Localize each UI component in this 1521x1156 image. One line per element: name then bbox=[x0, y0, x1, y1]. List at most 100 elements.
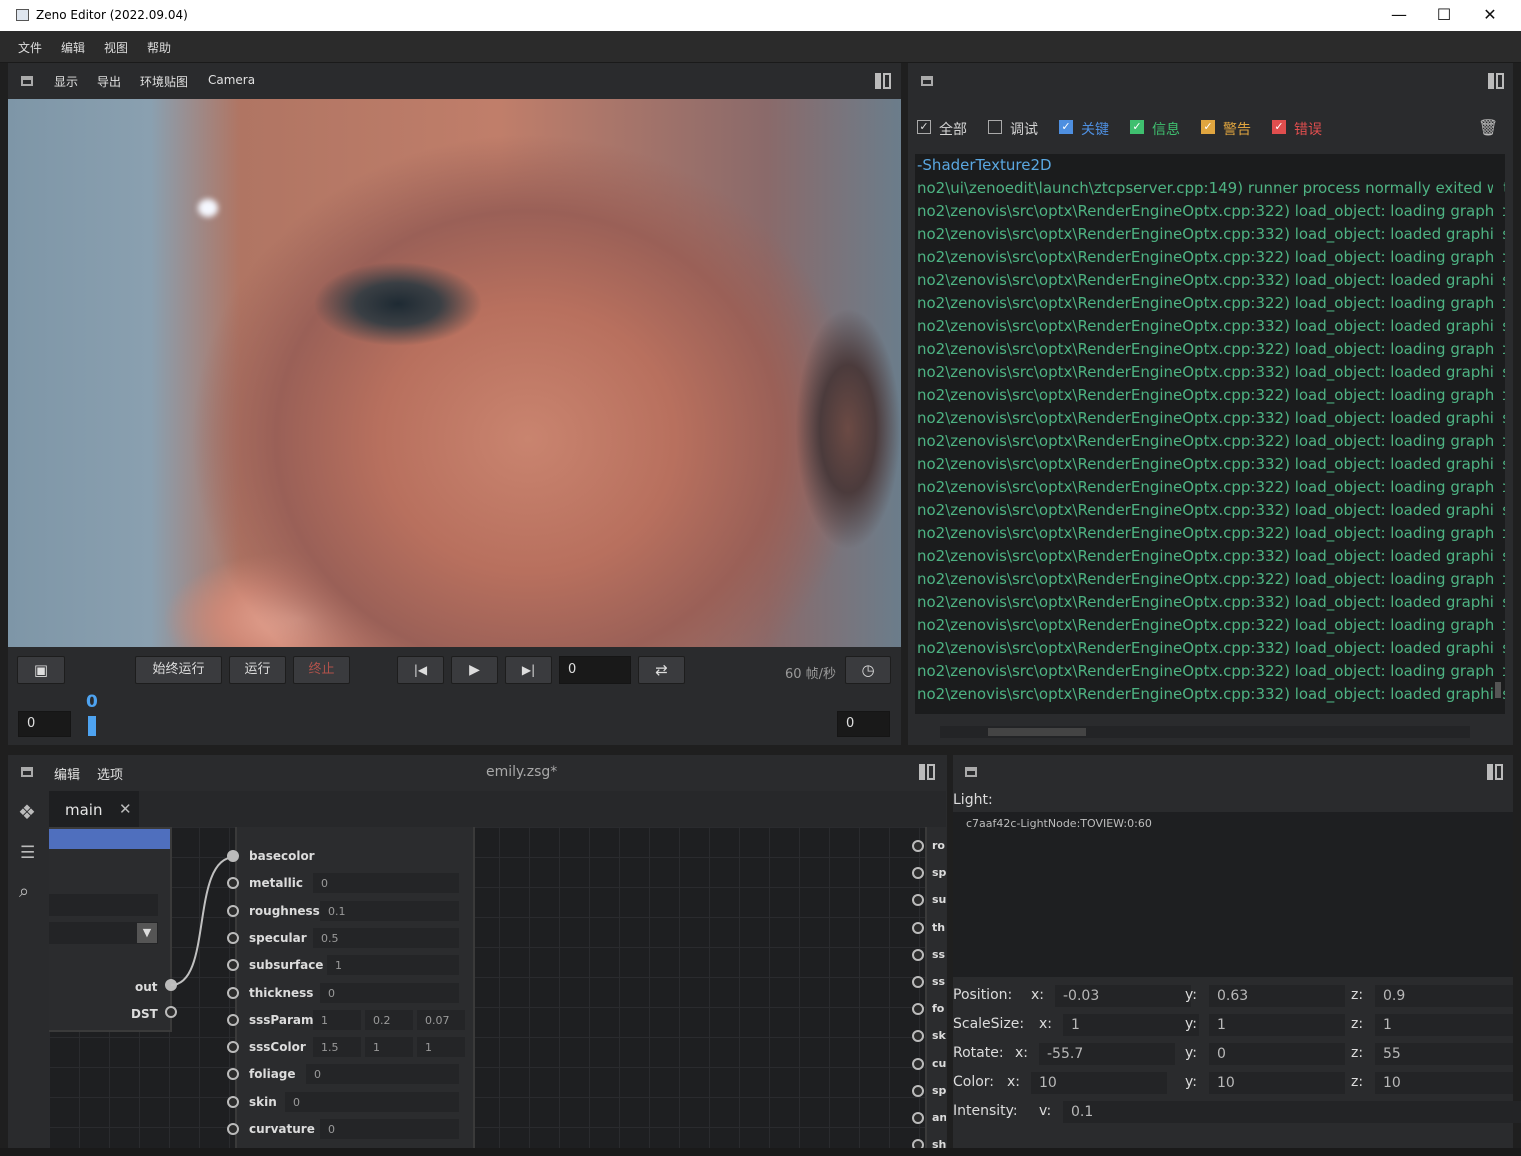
source-node[interactable]: ▼ out DST bbox=[49, 827, 172, 1032]
tree-icon[interactable]: ☰ bbox=[20, 843, 35, 863]
output-dst-pin[interactable] bbox=[165, 1006, 177, 1018]
prev-frame-icon[interactable]: |◀ bbox=[397, 656, 444, 684]
log-vscrollbar[interactable] bbox=[1493, 154, 1503, 699]
input-field-subsurface[interactable]: 1 bbox=[327, 955, 459, 976]
input-pin-curvature[interactable] bbox=[227, 1123, 239, 1135]
input-field-skin[interactable]: 0 bbox=[285, 1091, 459, 1112]
input-field-sssColor-0[interactable]: 1.5 bbox=[313, 1037, 361, 1058]
input-field-sssColor-1[interactable]: 1 bbox=[365, 1037, 413, 1058]
run-button[interactable]: 运行 bbox=[229, 656, 286, 684]
input-field-sssParam-2[interactable]: 0.07 bbox=[417, 1009, 465, 1030]
property-input[interactable]: 0.1 bbox=[1063, 1101, 1521, 1123]
input-field-sssColor-2[interactable]: 1 bbox=[417, 1037, 465, 1058]
output-node-pin[interactable] bbox=[912, 1057, 924, 1070]
checkbox-checked-icon[interactable]: ✓ bbox=[1059, 120, 1073, 134]
dock-icon[interactable] bbox=[965, 767, 977, 777]
log-hscroll-thumb[interactable] bbox=[988, 728, 1086, 736]
output-node-pin[interactable] bbox=[912, 921, 924, 934]
property-input[interactable]: 0.9 bbox=[1375, 985, 1513, 1007]
property-input[interactable]: 1 bbox=[1209, 1014, 1345, 1036]
output-node-pin[interactable] bbox=[912, 1112, 924, 1124]
input-pin-roughness[interactable] bbox=[227, 904, 239, 917]
tab-close-icon[interactable]: ✕ bbox=[119, 800, 132, 818]
output-node-pin[interactable] bbox=[912, 1030, 924, 1043]
editor-menu-options[interactable]: 选项 bbox=[97, 764, 123, 783]
viewport-menu-camera[interactable]: Camera bbox=[208, 73, 255, 87]
property-input[interactable]: 10 bbox=[1375, 1072, 1513, 1094]
dock-icon[interactable] bbox=[21, 767, 33, 777]
input-pin-subsurface[interactable] bbox=[227, 959, 239, 972]
input-pin-metallic[interactable] bbox=[227, 877, 239, 890]
minimize-button[interactable]: — bbox=[1376, 4, 1422, 26]
node-header[interactable] bbox=[49, 829, 170, 849]
tab-main[interactable]: main ✕ bbox=[49, 791, 139, 827]
input-pin-basecolor[interactable] bbox=[227, 850, 239, 862]
log-vscroll-thumb[interactable] bbox=[1495, 682, 1501, 698]
checkbox-checked-icon[interactable]: ✓ bbox=[1130, 120, 1144, 134]
editor-menu-edit[interactable]: 编辑 bbox=[54, 764, 80, 783]
output-node-pin[interactable] bbox=[912, 867, 924, 880]
node-dropdown[interactable]: ▼ bbox=[49, 922, 158, 944]
property-input[interactable]: 0 bbox=[1209, 1043, 1345, 1065]
checkbox-checked-icon[interactable]: ✓ bbox=[1201, 120, 1215, 134]
property-input[interactable]: 10 bbox=[1209, 1072, 1345, 1094]
maximize-button[interactable]: ☐ bbox=[1421, 4, 1467, 26]
property-input[interactable]: 1 bbox=[1375, 1014, 1513, 1036]
nodes-icon[interactable]: ❖ bbox=[18, 800, 36, 824]
menu-file[interactable]: 文件 bbox=[18, 39, 42, 56]
run-always-button[interactable]: 始终运行 bbox=[135, 656, 222, 684]
play-icon[interactable]: ▶ bbox=[451, 656, 498, 684]
menu-edit[interactable]: 编辑 bbox=[61, 39, 85, 56]
node-id-item[interactable]: c7aaf42c-LightNode:TOVIEW:0:60 bbox=[966, 817, 1152, 830]
input-field-curvature[interactable]: 0 bbox=[320, 1119, 459, 1139]
input-field-sssParam-1[interactable]: 0.2 bbox=[365, 1009, 413, 1030]
viewport-menu-envmap[interactable]: 环境贴图 bbox=[140, 73, 188, 90]
split-panel-icon[interactable] bbox=[1488, 73, 1504, 89]
input-field-foliage[interactable]: 0 bbox=[306, 1064, 459, 1085]
timeline-track[interactable] bbox=[96, 725, 831, 727]
search-icon[interactable]: ⌕ bbox=[19, 881, 29, 902]
property-input[interactable]: 55 bbox=[1375, 1043, 1513, 1065]
checkbox-unchecked-icon[interactable] bbox=[988, 120, 1002, 134]
checkbox-checked-icon[interactable]: ✓ bbox=[917, 120, 931, 134]
property-input[interactable]: -0.03 bbox=[1055, 985, 1191, 1007]
input-pin-thickness[interactable] bbox=[227, 986, 239, 999]
output-node-pin[interactable] bbox=[912, 894, 924, 907]
menu-help[interactable]: 帮助 bbox=[147, 39, 171, 56]
output-node-pin[interactable] bbox=[912, 976, 924, 988]
input-pin-skin[interactable] bbox=[227, 1095, 239, 1108]
input-field-sssParam-0[interactable]: 1 bbox=[313, 1009, 361, 1030]
clock-icon[interactable]: ◷ bbox=[845, 656, 891, 684]
property-input[interactable]: 0.63 bbox=[1209, 985, 1345, 1007]
output-node-pin[interactable] bbox=[912, 1084, 924, 1097]
input-pin-sssColor[interactable] bbox=[227, 1041, 239, 1054]
loop-icon[interactable]: ⇄ bbox=[638, 656, 685, 684]
node-id-list[interactable]: c7aaf42c-LightNode:TOVIEW:0:60 bbox=[953, 812, 1513, 977]
split-panel-icon[interactable] bbox=[919, 764, 935, 780]
output-node-pin[interactable] bbox=[912, 840, 924, 852]
input-pin-foliage[interactable] bbox=[227, 1068, 239, 1081]
input-pin-sssParam[interactable] bbox=[227, 1013, 239, 1026]
timeline-handle[interactable] bbox=[88, 716, 96, 736]
node-field[interactable] bbox=[49, 894, 158, 916]
dock-icon[interactable] bbox=[21, 76, 33, 86]
viewport-menu-export[interactable]: 导出 bbox=[97, 73, 121, 90]
dock-icon[interactable] bbox=[921, 76, 933, 86]
menu-view[interactable]: 视图 bbox=[104, 39, 128, 56]
input-pin-specular[interactable] bbox=[227, 931, 239, 944]
input-field-specular[interactable]: 0.5 bbox=[313, 927, 459, 948]
input-field-roughness[interactable]: 0.1 bbox=[320, 900, 459, 921]
input-field-thickness[interactable]: 0 bbox=[320, 982, 459, 1003]
output-node-pin[interactable] bbox=[912, 948, 924, 961]
checkbox-checked-icon[interactable]: ✓ bbox=[1272, 120, 1286, 134]
next-frame-icon[interactable]: ▶| bbox=[505, 656, 552, 684]
property-input[interactable]: 1 bbox=[1063, 1014, 1199, 1036]
timeline-start-input[interactable]: 0 bbox=[18, 711, 71, 737]
screenshot-icon[interactable]: ▣ bbox=[17, 656, 65, 684]
property-input[interactable]: -55.7 bbox=[1039, 1043, 1175, 1065]
node-graph-canvas[interactable]: ▼ out DST basecolor metallic 0 roughness 0.1… bbox=[49, 827, 946, 1148]
split-panel-icon[interactable] bbox=[875, 73, 891, 89]
timeline-end-input[interactable]: 0 bbox=[837, 711, 890, 737]
chevron-down-icon[interactable]: ▼ bbox=[137, 923, 157, 943]
viewport-menu-display[interactable]: 显示 bbox=[54, 73, 78, 90]
